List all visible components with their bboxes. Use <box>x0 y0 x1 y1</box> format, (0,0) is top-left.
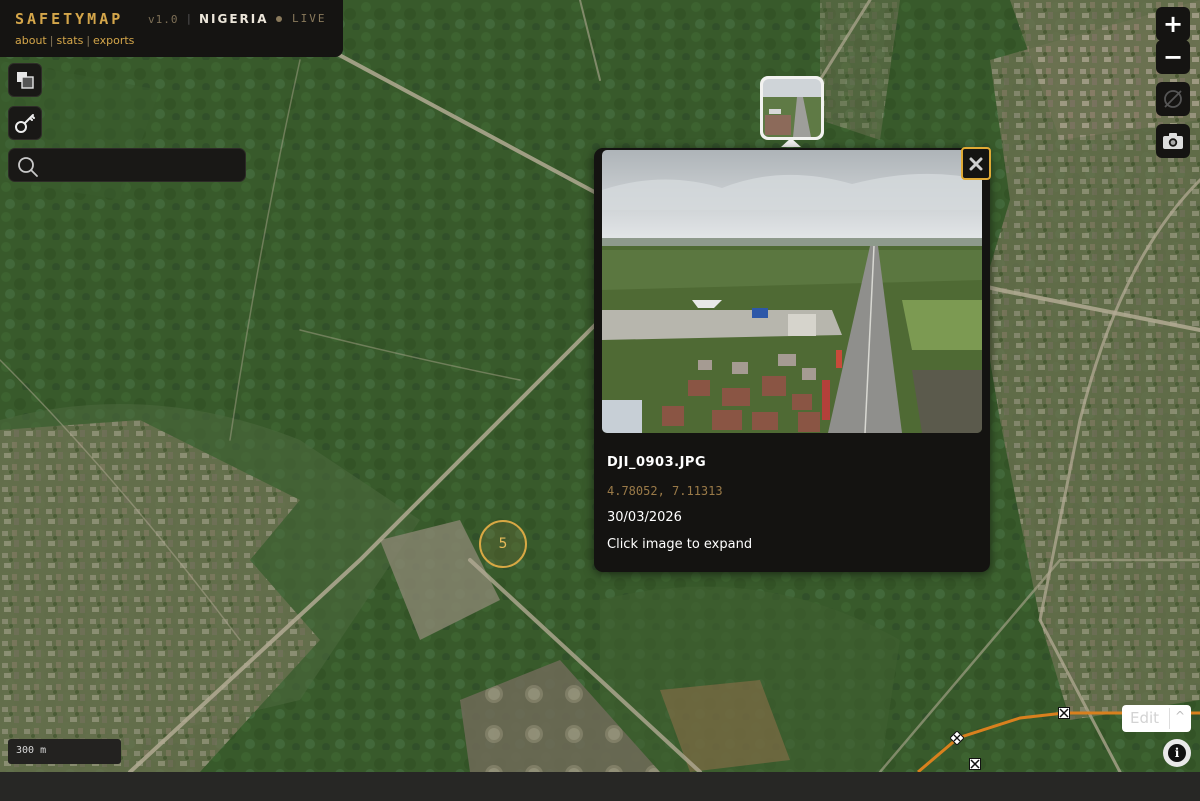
photo-filename: DJI_0903.JPG <box>607 455 707 470</box>
search-icon <box>18 157 38 177</box>
exports-link[interactable]: exports <box>93 34 134 47</box>
brand-title: SAFETYMAP <box>15 10 124 28</box>
app-header: SAFETYMAP v1.0 | NIGERIA LIVE about | stat… <box>0 0 343 57</box>
camera-icon <box>1163 133 1183 149</box>
link-separator: | <box>49 34 54 47</box>
camera-button[interactable] <box>1156 124 1190 158</box>
cluster-marker[interactable]: 5 <box>479 520 527 568</box>
info-icon: i <box>1168 744 1186 762</box>
thumbnail-pointer <box>781 138 801 147</box>
stats-link[interactable]: stats <box>56 34 83 47</box>
scale-bar: 300 m <box>8 739 121 764</box>
close-icon <box>969 157 983 170</box>
edit-label: Edit <box>1130 709 1160 727</box>
layers-button[interactable] <box>8 63 42 97</box>
key-button[interactable] <box>8 106 42 140</box>
compass-button[interactable] <box>1156 82 1190 116</box>
route-marker[interactable] <box>1058 707 1070 719</box>
search-box[interactable] <box>8 148 246 182</box>
thumbnail-image <box>763 79 821 137</box>
edit-divider <box>1169 708 1170 729</box>
route-marker[interactable] <box>950 731 964 745</box>
photo-thumbnail-marker[interactable] <box>760 76 824 140</box>
zoom-in-button[interactable]: + <box>1156 7 1190 41</box>
bottom-bar <box>0 772 1200 801</box>
drone-photo[interactable] <box>602 150 982 433</box>
version-label: v1.0 <box>148 13 179 26</box>
link-separator: | <box>86 34 91 47</box>
layers-icon <box>17 72 34 89</box>
about-link[interactable]: about <box>15 34 47 47</box>
photo-coordinates: 4.78052, 7.11313 <box>607 484 723 498</box>
live-status-dot <box>276 16 282 22</box>
key-icon <box>15 114 35 133</box>
edit-button[interactable]: Edit ^ <box>1122 705 1191 732</box>
header-links: about | stats | exports <box>15 34 134 47</box>
live-status-label: LIVE <box>292 12 327 25</box>
header-separator: | <box>187 12 191 25</box>
route-marker[interactable] <box>969 758 981 770</box>
country-label: NIGERIA <box>199 12 269 26</box>
compass-off-icon <box>1164 90 1182 108</box>
expand-hint: Click image to expand <box>607 537 753 552</box>
photo-date: 30/03/2026 <box>607 510 682 525</box>
search-input[interactable] <box>49 155 243 177</box>
popup-close-button[interactable] <box>961 147 991 180</box>
edit-caret-icon[interactable]: ^ <box>1175 709 1185 723</box>
info-button[interactable]: i <box>1163 739 1191 767</box>
zoom-out-button[interactable]: − <box>1156 40 1190 74</box>
photo-popup: DJI_0903.JPG 4.78052, 7.11313 30/03/2026… <box>594 148 990 572</box>
